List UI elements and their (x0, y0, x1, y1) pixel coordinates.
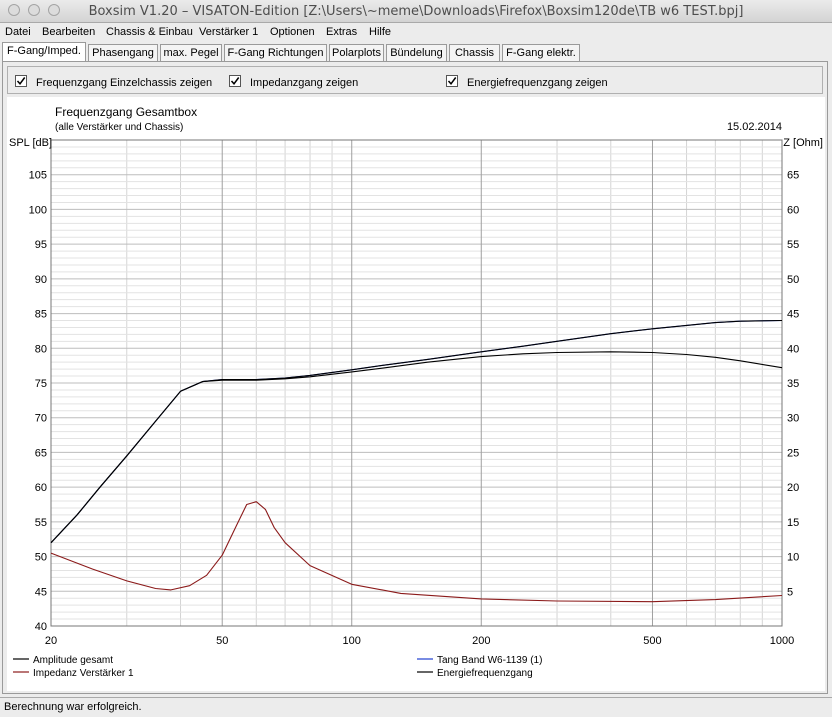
x-tick-label: 500 (643, 635, 661, 647)
y-tick-label: 95 (35, 239, 47, 251)
legend-label: Amplitude gesamt (33, 655, 113, 666)
tab-chassis[interactable]: Chassis (449, 44, 500, 61)
y2-tick-label: 60 (787, 204, 799, 216)
y2-tick-label: 25 (787, 447, 799, 459)
x-tick-label: 200 (472, 635, 490, 647)
menu-chassis-einbau[interactable]: Chassis & Einbau (106, 26, 193, 38)
menu-bar: Datei Bearbeiten Chassis & Einbau Verstä… (0, 24, 832, 42)
checkbox-label: Energiefrequenzgang zeigen (467, 77, 608, 89)
legend-label: Energiefrequenzgang (437, 668, 533, 679)
tab-f-gang-richtungen[interactable]: F-Gang Richtungen (224, 44, 327, 61)
y2-tick-label: 5 (787, 586, 793, 598)
y-tick-label: 90 (35, 274, 47, 286)
checkbox-box[interactable] (15, 75, 27, 87)
checkbox-box[interactable] (229, 75, 241, 87)
y-tick-label: 65 (35, 447, 47, 459)
checkbox-energie[interactable]: Energiefrequenzgang zeigen (446, 75, 608, 89)
menu-optionen[interactable]: Optionen (270, 26, 315, 38)
tab-max-pegel[interactable]: max. Pegel (160, 44, 222, 61)
window-title: Boxsim V1.20 – VISATON-Edition [Z:\Users… (88, 4, 744, 19)
y2-tick-label: 45 (787, 309, 799, 321)
tab-f-gang-elektr[interactable]: F-Gang elektr. (502, 44, 580, 61)
y2-tick-label: 20 (787, 482, 799, 494)
checkbox-label: Frequenzgang Einzelchassis zeigen (36, 77, 213, 89)
title-bar: Boxsim V1.20 – VISATON-Edition [Z:\Users… (0, 0, 832, 23)
y-tick-label: 60 (35, 482, 47, 494)
y-axis-label-left: SPL [dB] (9, 137, 52, 149)
legend-label: Impedanz Verstärker 1 (33, 668, 134, 679)
menu-extras[interactable]: Extras (326, 26, 357, 38)
checkmark-icon (16, 77, 26, 85)
y2-tick-label: 10 (787, 552, 799, 564)
y-tick-label: 45 (35, 586, 47, 598)
menu-datei[interactable]: Datei (5, 26, 31, 38)
x-tick-label: 20 (45, 635, 57, 647)
checkbox-label: Impedanzgang zeigen (250, 77, 359, 89)
checkbox-box[interactable] (446, 75, 458, 87)
chart-title: Frequenzgang Gesamtbox (55, 105, 197, 119)
status-text: Berechnung war erfolgreich. (4, 701, 142, 713)
y2-tick-label: 65 (787, 170, 799, 182)
y2-tick-label: 50 (787, 274, 799, 286)
y2-tick-label: 35 (787, 378, 799, 390)
menu-verstaerker[interactable]: Verstärker 1 (199, 26, 258, 38)
chart-area: Frequenzgang Gesamtbox (alle Verstärker u… (7, 97, 825, 691)
y-tick-label: 70 (35, 413, 47, 425)
x-tick-label: 50 (216, 635, 228, 647)
y2-tick-label: 15 (787, 517, 799, 529)
y-tick-label: 105 (29, 170, 47, 182)
checkbox-impedanz[interactable]: Impedanzgang zeigen (229, 75, 358, 89)
x-tick-label: 1000 (770, 635, 794, 647)
y2-tick-label: 40 (787, 343, 799, 355)
tab-panel: Frequenzgang Einzelchassis zeigen Impeda… (2, 61, 828, 694)
y-tick-label: 55 (35, 517, 47, 529)
y-axis-label-right: Z [Ohm] (783, 137, 823, 149)
y-tick-label: 85 (35, 309, 47, 321)
chart-subtitle: (alle Verstärker und Chassis) (55, 122, 183, 133)
y-tick-label: 80 (35, 343, 47, 355)
tab-bar: F-Gang/Imped. Phasengang max. Pegel F-Ga… (0, 42, 832, 62)
checkmark-icon (230, 77, 240, 85)
tab-polarplots[interactable]: Polarplots (329, 44, 384, 61)
chart-date: 15.02.2014 (727, 121, 782, 133)
series-line-energiefrequenzgang (50, 351, 783, 544)
options-bar: Frequenzgang Einzelchassis zeigen Impeda… (7, 66, 823, 94)
tab-f-gang-imped[interactable]: F-Gang/Imped. (2, 42, 86, 62)
legend-label: Tang Band W6-1139 (1) (437, 655, 542, 666)
y2-tick-label: 55 (787, 239, 799, 251)
checkmark-icon (447, 77, 457, 85)
status-bar: Berechnung war erfolgreich. (0, 697, 832, 717)
y-tick-label: 50 (35, 552, 47, 564)
y2-tick-label: 30 (787, 413, 799, 425)
tab-phasengang[interactable]: Phasengang (88, 44, 158, 61)
tab-buendelung[interactable]: Bündelung (386, 44, 447, 61)
series-line-impedanz-verst-rker-1 (50, 501, 783, 603)
y-tick-label: 40 (35, 621, 47, 633)
y-tick-label: 100 (29, 204, 47, 216)
checkbox-einzelchassis[interactable]: Frequenzgang Einzelchassis zeigen (15, 75, 212, 89)
frequency-response-chart: Frequenzgang Gesamtbox (alle Verstärker u… (9, 105, 823, 679)
menu-hilfe[interactable]: Hilfe (369, 26, 391, 38)
menu-bearbeiten[interactable]: Bearbeiten (42, 26, 95, 38)
x-tick-label: 100 (343, 635, 361, 647)
y-tick-label: 75 (35, 378, 47, 390)
